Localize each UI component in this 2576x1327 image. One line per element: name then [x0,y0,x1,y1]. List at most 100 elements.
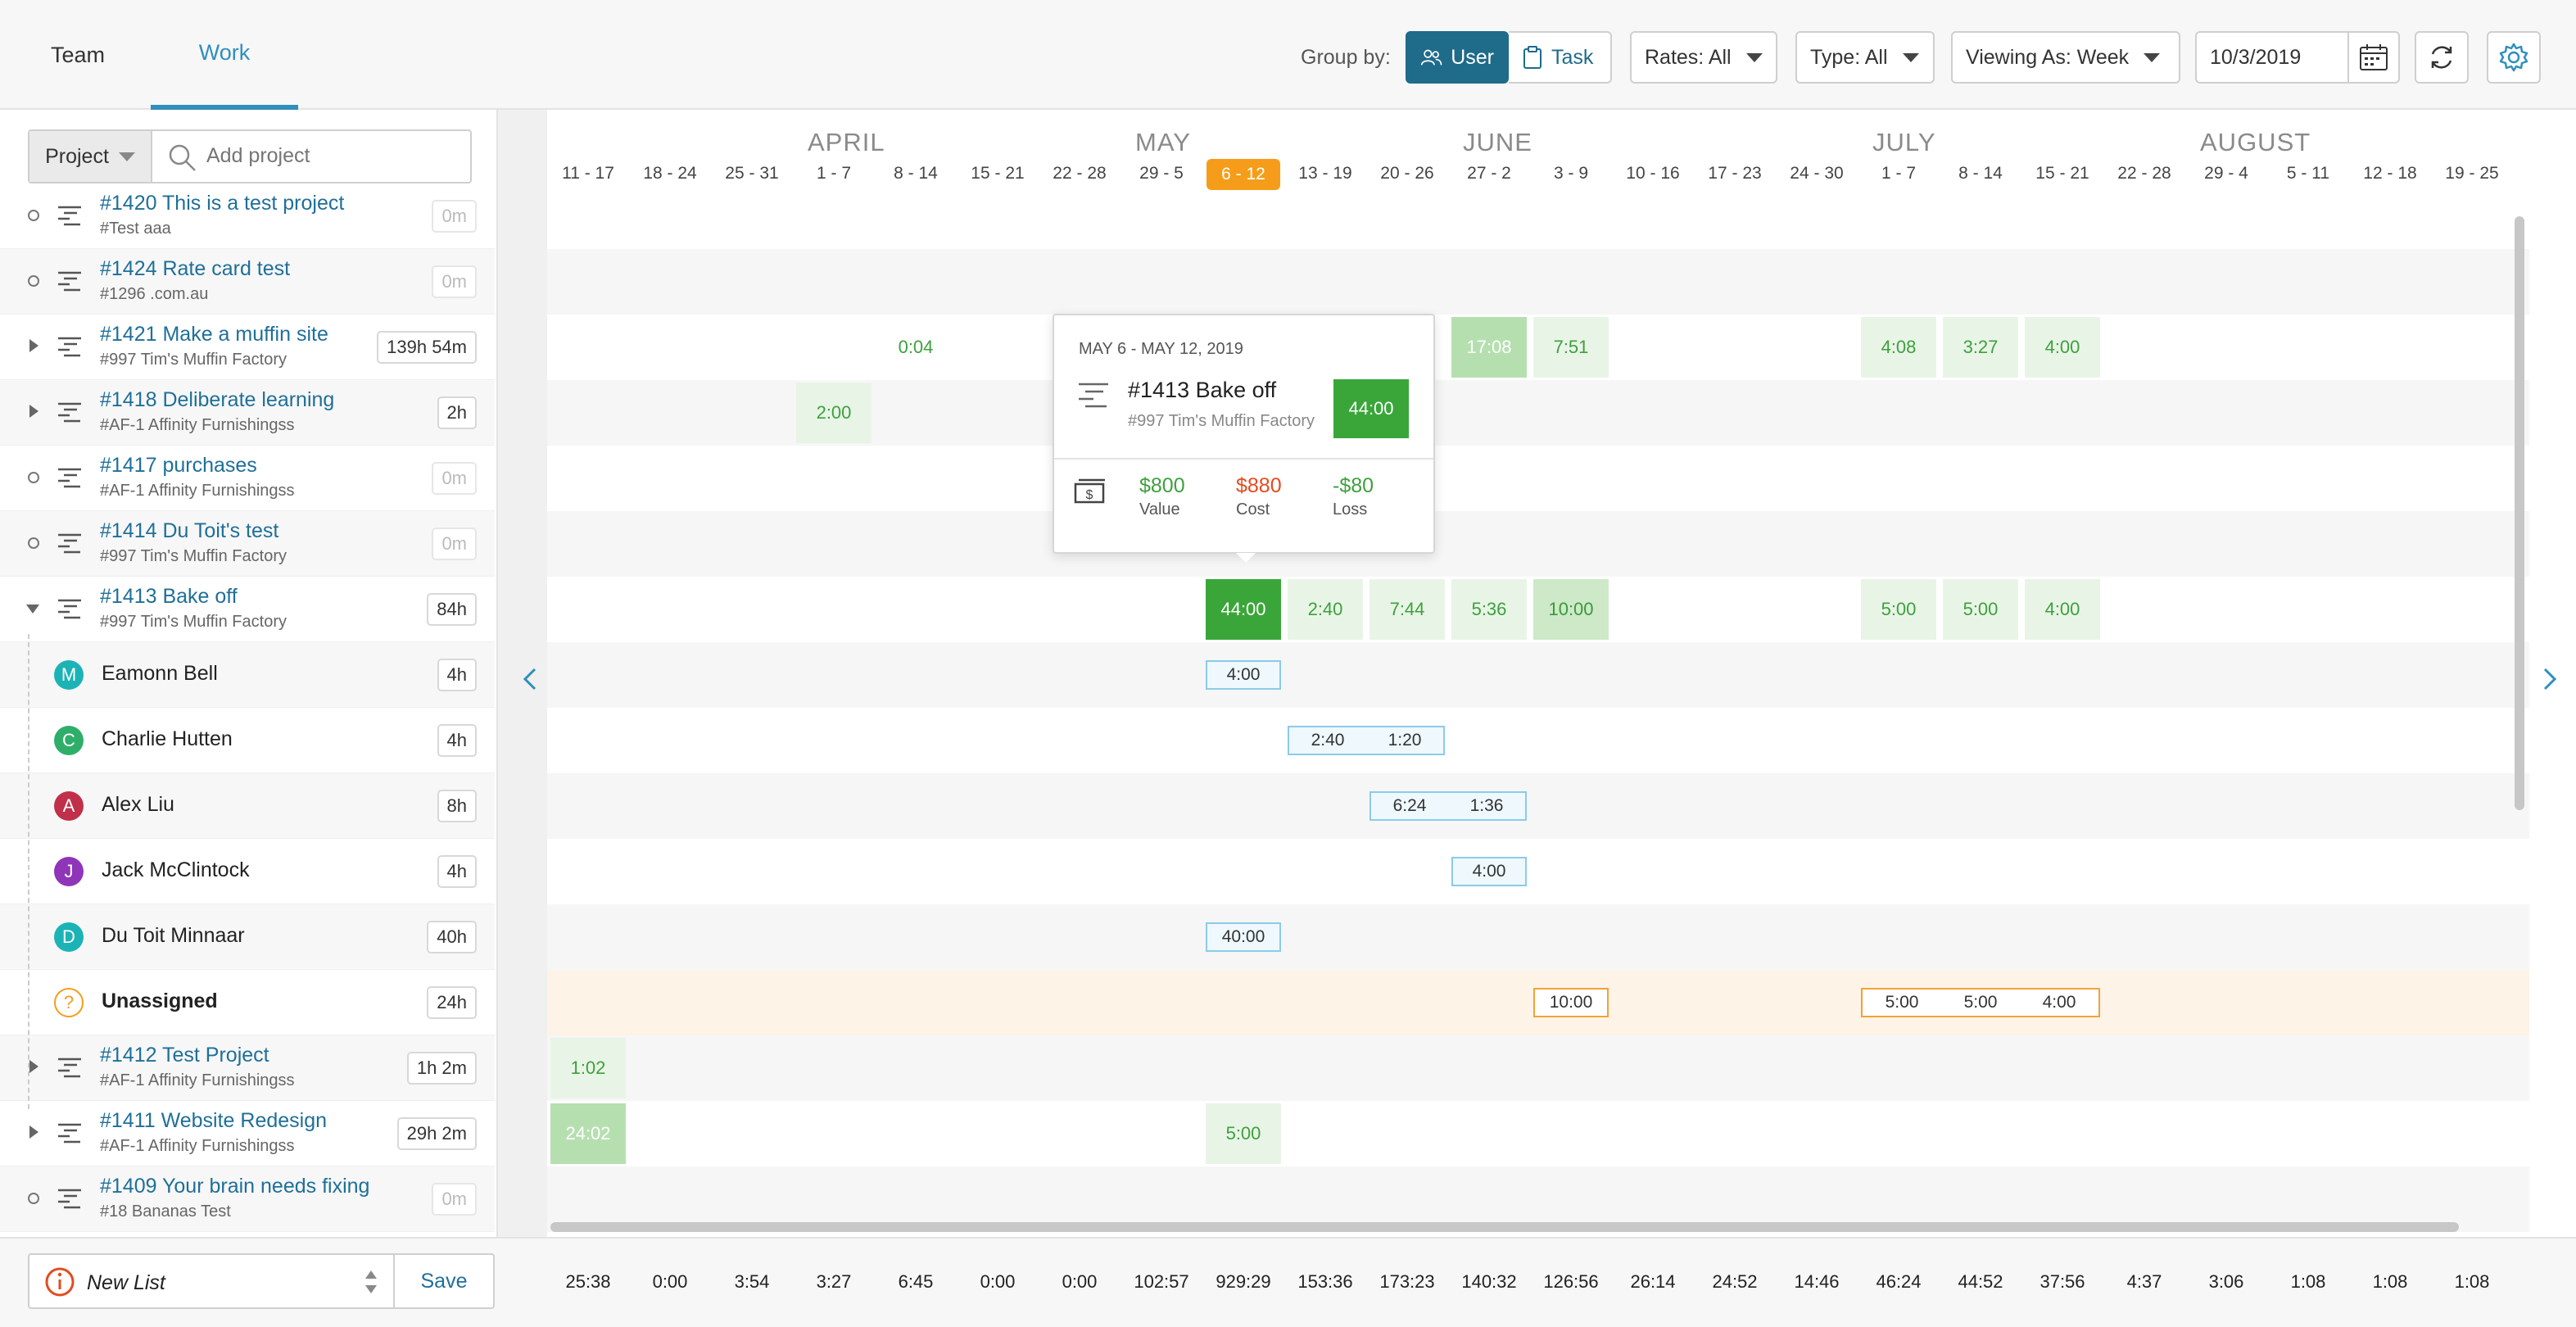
expand-icon[interactable] [29,339,38,352]
settings-button[interactable] [2487,31,2541,84]
project-dropdown[interactable]: Project [29,131,152,182]
allocation-bar[interactable]: 4:00 [1451,857,1527,886]
project-row[interactable]: #1421 Make a muffin site #997 Tim's Muffi… [0,315,495,380]
user-row[interactable]: M Eamonn Bell 4h [0,642,495,708]
project-row[interactable]: #1411 Website Redesign #AF-1 Affinity Fur… [0,1101,495,1166]
week-label[interactable]: 27 - 2 [1448,164,1530,183]
hours-cell[interactable]: 2:40 [1288,579,1363,640]
save-button[interactable]: Save [393,1253,495,1309]
week-label[interactable]: 24 - 30 [1776,164,1858,183]
week-label[interactable]: 8 - 14 [875,164,957,183]
hours-cell[interactable]: 24:02 [550,1103,626,1164]
project-row[interactable]: #1417 purchases #AF-1 Affinity Furnishing… [0,446,495,511]
project-row[interactable]: #1412 Test Project #AF-1 Affinity Furnish… [0,1035,495,1101]
week-label[interactable]: 3 - 9 [1530,164,1612,183]
allocation-bar[interactable]: 40:00 [1206,922,1281,952]
week-label[interactable]: 15 - 21 [2021,164,2103,183]
hours-cell[interactable]: 4:08 [1861,317,1936,378]
current-week-label[interactable]: 6 - 12 [1207,159,1280,190]
hours-cell[interactable]: 7:44 [1369,579,1445,640]
hours-cell[interactable]: 5:00 [1861,579,1936,640]
allocation-bar[interactable]: 6:24 1:36 [1369,791,1527,821]
allocation-bar[interactable]: 2:40 1:20 [1288,726,1445,755]
hours-cell[interactable]: 10:00 [1533,579,1609,640]
user-row[interactable]: A Alex Liu 8h [0,773,495,839]
group-by-user-button[interactable]: User [1406,31,1509,84]
hours-cell[interactable]: 4:00 [2025,317,2100,378]
allocation-bar[interactable]: 10:00 [1533,988,1609,1017]
project-title[interactable]: #1413 Bake off [100,585,238,609]
week-label[interactable]: 20 - 26 [1366,164,1448,183]
project-title[interactable]: #1409 Your brain needs fixing [100,1175,369,1198]
week-label[interactable]: 1 - 7 [793,164,875,183]
expand-icon[interactable] [29,405,38,418]
project-row[interactable]: #1420 This is a test project #Test aaa 0m [0,183,495,249]
week-label[interactable]: 29 - 5 [1120,164,1202,183]
list-selector[interactable]: New List [28,1253,395,1309]
project-title[interactable]: #1424 Rate card test [100,257,290,281]
user-row[interactable]: C Charlie Hutten 4h [0,708,495,773]
date-input[interactable]: 10/3/2019 [2195,31,2349,84]
week-label[interactable]: 22 - 28 [2103,164,2185,183]
week-label[interactable]: 22 - 28 [1039,164,1120,183]
calendar-button[interactable] [2347,31,2400,84]
week-label[interactable]: 8 - 14 [1940,164,2021,183]
user-row[interactable]: D Du Toit Minnaar 40h [0,904,495,970]
week-label[interactable]: 13 - 19 [1284,164,1366,183]
hours-cell[interactable]: 5:36 [1451,579,1527,640]
week-label[interactable]: 10 - 16 [1612,164,1694,183]
allocation-bar[interactable]: 4:00 [1206,660,1281,690]
project-title[interactable]: #1412 Test Project [100,1044,269,1067]
week-label[interactable]: 19 - 25 [2431,164,2513,183]
hours-cell[interactable]: 0:04 [878,317,953,378]
project-title[interactable]: #1421 Make a muffin site [100,323,328,346]
vertical-scrollbar[interactable] [2515,216,2524,810]
week-label[interactable]: 18 - 24 [629,164,711,183]
type-dropdown[interactable]: Type: All [1795,31,1935,84]
week-label[interactable]: 5 - 11 [2267,164,2349,183]
group-by-task-button[interactable]: Task [1509,31,1612,84]
project-row[interactable]: #1413 Bake off #997 Tim's Muffin Factory 8… [0,577,495,642]
week-label[interactable]: 11 - 17 [547,164,629,183]
horizontal-scrollbar[interactable] [550,1222,2459,1232]
hours-cell[interactable]: 1:02 [550,1038,626,1098]
hours-cell[interactable]: 3:27 [1943,317,2018,378]
collapse-icon[interactable] [26,605,39,614]
project-row[interactable]: #1424 Rate card test #1296 .com.au 0m [0,249,495,315]
week-label[interactable]: 25 - 31 [711,164,793,183]
tab-team[interactable]: Team [16,0,139,110]
viewing-as-dropdown[interactable]: Viewing As: Week [1951,31,2180,84]
hours-cell[interactable]: 5:00 [1943,579,2018,640]
week-label[interactable]: 12 - 18 [2349,164,2431,183]
hours-cell[interactable]: 7:51 [1533,317,1609,378]
project-row[interactable]: #1414 Du Toit's test #997 Tim's Muffin Fa… [0,511,495,577]
expand-icon[interactable] [29,1060,38,1073]
project-title[interactable]: #1418 Deliberate learning [100,388,334,412]
project-title[interactable]: #1420 This is a test project [100,192,344,215]
project-title[interactable]: #1411 Website Redesign [100,1109,327,1133]
scroll-right-button[interactable] [2542,667,2557,695]
hours-cell[interactable]: 17:08 [1451,317,1527,378]
week-label[interactable]: 15 - 21 [957,164,1039,183]
allocation-bar[interactable]: 5:00 5:00 4:00 [1861,988,2100,1017]
week-label[interactable]: 1 - 7 [1858,164,1940,183]
hours-cell[interactable]: 44:00 [1206,579,1281,640]
hours-cell[interactable]: 2:00 [796,383,871,443]
svg-text:$: $ [1086,488,1093,502]
week-label[interactable]: 17 - 23 [1694,164,1776,183]
week-label[interactable]: 29 - 4 [2185,164,2267,183]
hours-cell[interactable]: 5:00 [1206,1103,1281,1164]
expand-icon[interactable] [29,1125,38,1139]
add-project-input[interactable] [205,138,459,174]
unassigned-row[interactable]: ? Unassigned 24h [0,970,495,1035]
project-icon [57,401,82,424]
rates-dropdown[interactable]: Rates: All [1630,31,1777,84]
project-row[interactable]: #1418 Deliberate learning #AF-1 Affinity … [0,380,495,446]
hours-cell[interactable]: 4:00 [2025,579,2100,640]
project-title[interactable]: #1417 purchases [100,454,257,478]
refresh-button[interactable] [2415,31,2469,84]
user-row[interactable]: J Jack McClintock 4h [0,839,495,904]
tab-work[interactable]: Work [151,0,298,110]
project-title[interactable]: #1414 Du Toit's test [100,519,278,543]
project-row[interactable]: #1409 Your brain needs fixing #18 Bananas… [0,1166,495,1232]
